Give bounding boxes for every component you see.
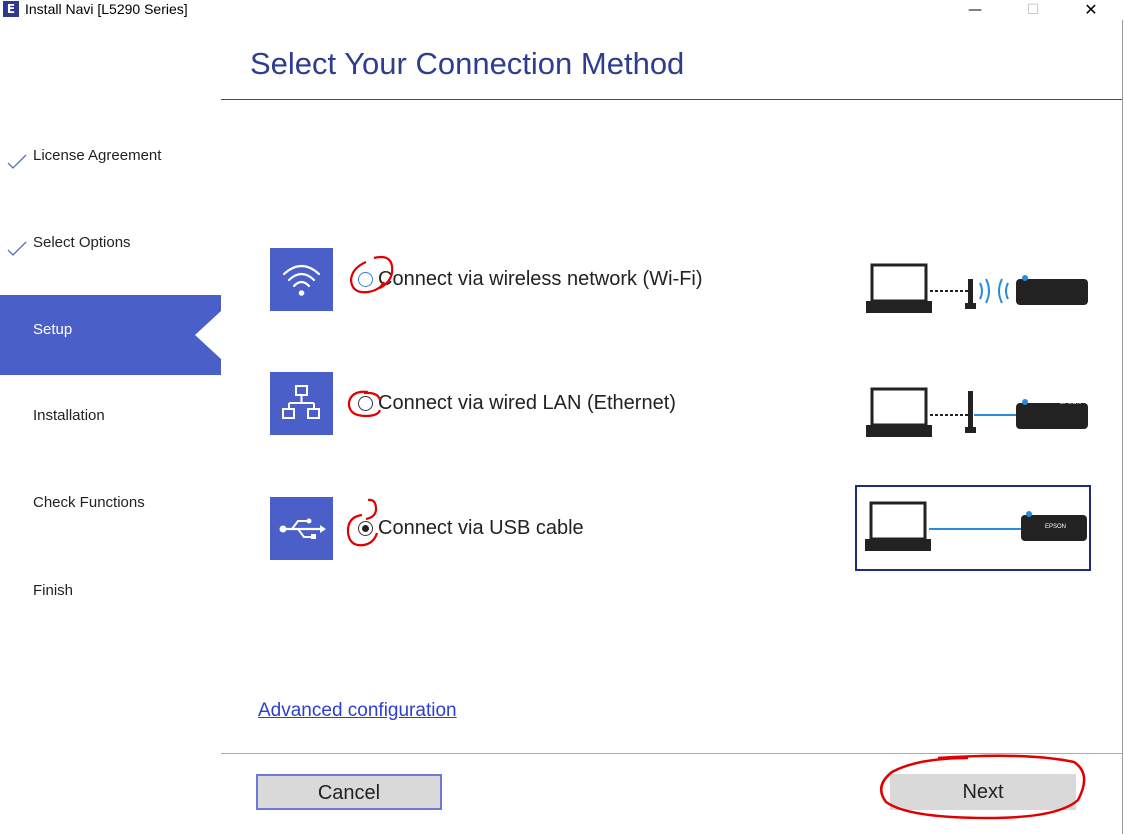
next-button[interactable]: Next — [890, 774, 1076, 810]
maximize-button[interactable]: ☐ — [1010, 0, 1056, 20]
printer-brand: EPSON — [1060, 400, 1082, 406]
red-annotation-circle — [347, 390, 382, 418]
step-label: Setup — [33, 321, 73, 338]
red-annotation-circle — [346, 498, 379, 547]
ethernet-connection-diagram — [866, 387, 1088, 437]
usb-option-label[interactable]: Connect via USB cable — [378, 517, 584, 540]
minimize-button[interactable]: — — [952, 0, 998, 20]
header-divider — [221, 99, 1123, 100]
step-installation: Installation — [0, 408, 221, 488]
step-label: Finish — [33, 582, 74, 599]
step-check-functions: Check Functions — [0, 495, 221, 575]
step-label: Installation — [33, 407, 105, 424]
step-label: Select Options — [33, 234, 131, 251]
printer-brand: EPSON — [1045, 524, 1067, 530]
checkmark-icon — [7, 154, 27, 169]
red-annotation-circle — [349, 255, 394, 294]
wifi-option-label[interactable]: Connect via wireless network (Wi-Fi) — [378, 268, 703, 291]
checkmark-icon — [7, 241, 27, 256]
step-setup-active: Setup — [0, 295, 221, 375]
title-bar: E Install Navi [L5290 Series] — ☐ ✕ — [0, 0, 1124, 20]
install-navi-window: E Install Navi [L5290 Series] — ☐ ✕ Sele… — [0, 0, 1124, 834]
option-wifi[interactable]: Connect via wireless network (Wi-Fi) EPS… — [270, 248, 1100, 313]
usb-connection-diagram: EPSON — [855, 485, 1091, 571]
advanced-configuration-link[interactable]: Advanced configuration — [258, 700, 457, 722]
wifi-icon — [270, 248, 333, 311]
footer-divider — [221, 753, 1123, 754]
cancel-button[interactable]: Cancel — [256, 774, 442, 810]
step-sidebar: License Agreement Select Options Setup I… — [0, 100, 221, 834]
step-finish: Finish — [0, 583, 221, 663]
close-button[interactable]: ✕ — [1068, 0, 1114, 20]
network-icon — [270, 372, 333, 435]
window-edge — [1122, 20, 1123, 834]
wifi-connection-diagram — [866, 263, 1088, 313]
usb-icon — [270, 497, 333, 560]
step-label: License Agreement — [33, 147, 162, 164]
step-license-agreement: License Agreement — [0, 148, 221, 228]
step-label: Check Functions — [33, 494, 145, 511]
page-title: Select Your Connection Method — [250, 46, 685, 81]
ethernet-option-label[interactable]: Connect via wired LAN (Ethernet) — [378, 392, 676, 415]
printer-brand: EPSON — [1060, 275, 1082, 281]
option-ethernet[interactable]: Connect via wired LAN (Ethernet) EPSON — [270, 372, 1100, 437]
window-title: Install Navi [L5290 Series] — [25, 1, 188, 17]
app-icon: E — [3, 1, 19, 17]
